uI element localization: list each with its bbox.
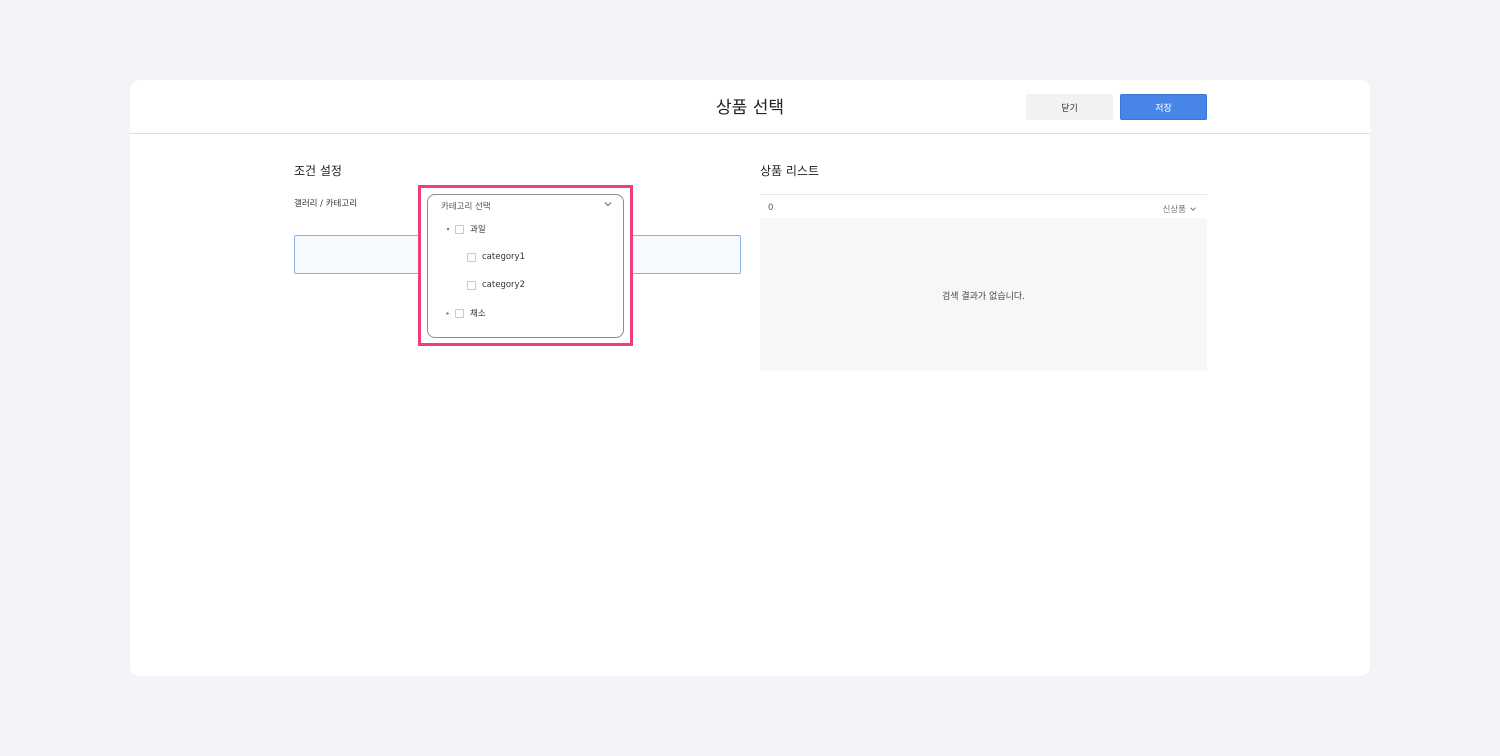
product-list-title: 상품 리스트 <box>760 164 820 178</box>
gallery-category-label: 갤러리 / 카테고리 <box>294 199 358 209</box>
conditions-title: 조건 설정 <box>294 164 342 178</box>
caret-icon[interactable]: ▸ <box>444 310 452 317</box>
tree-item-checkbox[interactable] <box>455 224 464 234</box>
tree-item-label: 채소 <box>470 309 486 319</box>
product-list-body: 검색 결과가 없습니다. <box>760 218 1207 371</box>
product-select-modal: 상품 선택 닫기 저장 조건 설정 상품 리스트 갤러리 / 카테고리 카테고리… <box>130 80 1370 676</box>
chevron-down-icon[interactable] <box>603 199 613 209</box>
tree-item-fruit[interactable]: ▾ 과일 <box>444 222 486 236</box>
tree-item-category1[interactable]: category1 <box>467 250 525 264</box>
product-list-header: 0 신상품 <box>760 194 1207 218</box>
tree-item-label: 과일 <box>470 225 486 235</box>
tree-item-checkbox[interactable] <box>455 308 464 318</box>
tree-item-label: category2 <box>482 280 525 290</box>
empty-message: 검색 결과가 없습니다. <box>941 292 1026 302</box>
tree-item-label: category1 <box>482 252 525 262</box>
tree-item-checkbox[interactable] <box>467 252 476 262</box>
tree-item-category2[interactable]: category2 <box>467 278 525 292</box>
close-button[interactable]: 닫기 <box>1026 94 1113 120</box>
chevron-down-icon <box>1190 207 1196 211</box>
caret-icon[interactable]: ▾ <box>444 226 452 233</box>
sort-label: 신상품 <box>1162 205 1186 215</box>
modal-header: 상품 선택 닫기 저장 <box>130 80 1370 134</box>
save-button[interactable]: 저장 <box>1120 94 1207 120</box>
tree-item-vegetable[interactable]: ▸ 채소 <box>444 306 486 320</box>
sort-select[interactable]: 신상품 <box>1163 203 1197 215</box>
tree-item-checkbox[interactable] <box>467 280 476 290</box>
product-count: 0 <box>768 203 774 213</box>
category-dropdown[interactable]: 카테고리 선택 ▾ 과일 category1 category2 ▸ 채소 <box>427 194 624 338</box>
category-dropdown-placeholder: 카테고리 선택 <box>441 202 491 212</box>
